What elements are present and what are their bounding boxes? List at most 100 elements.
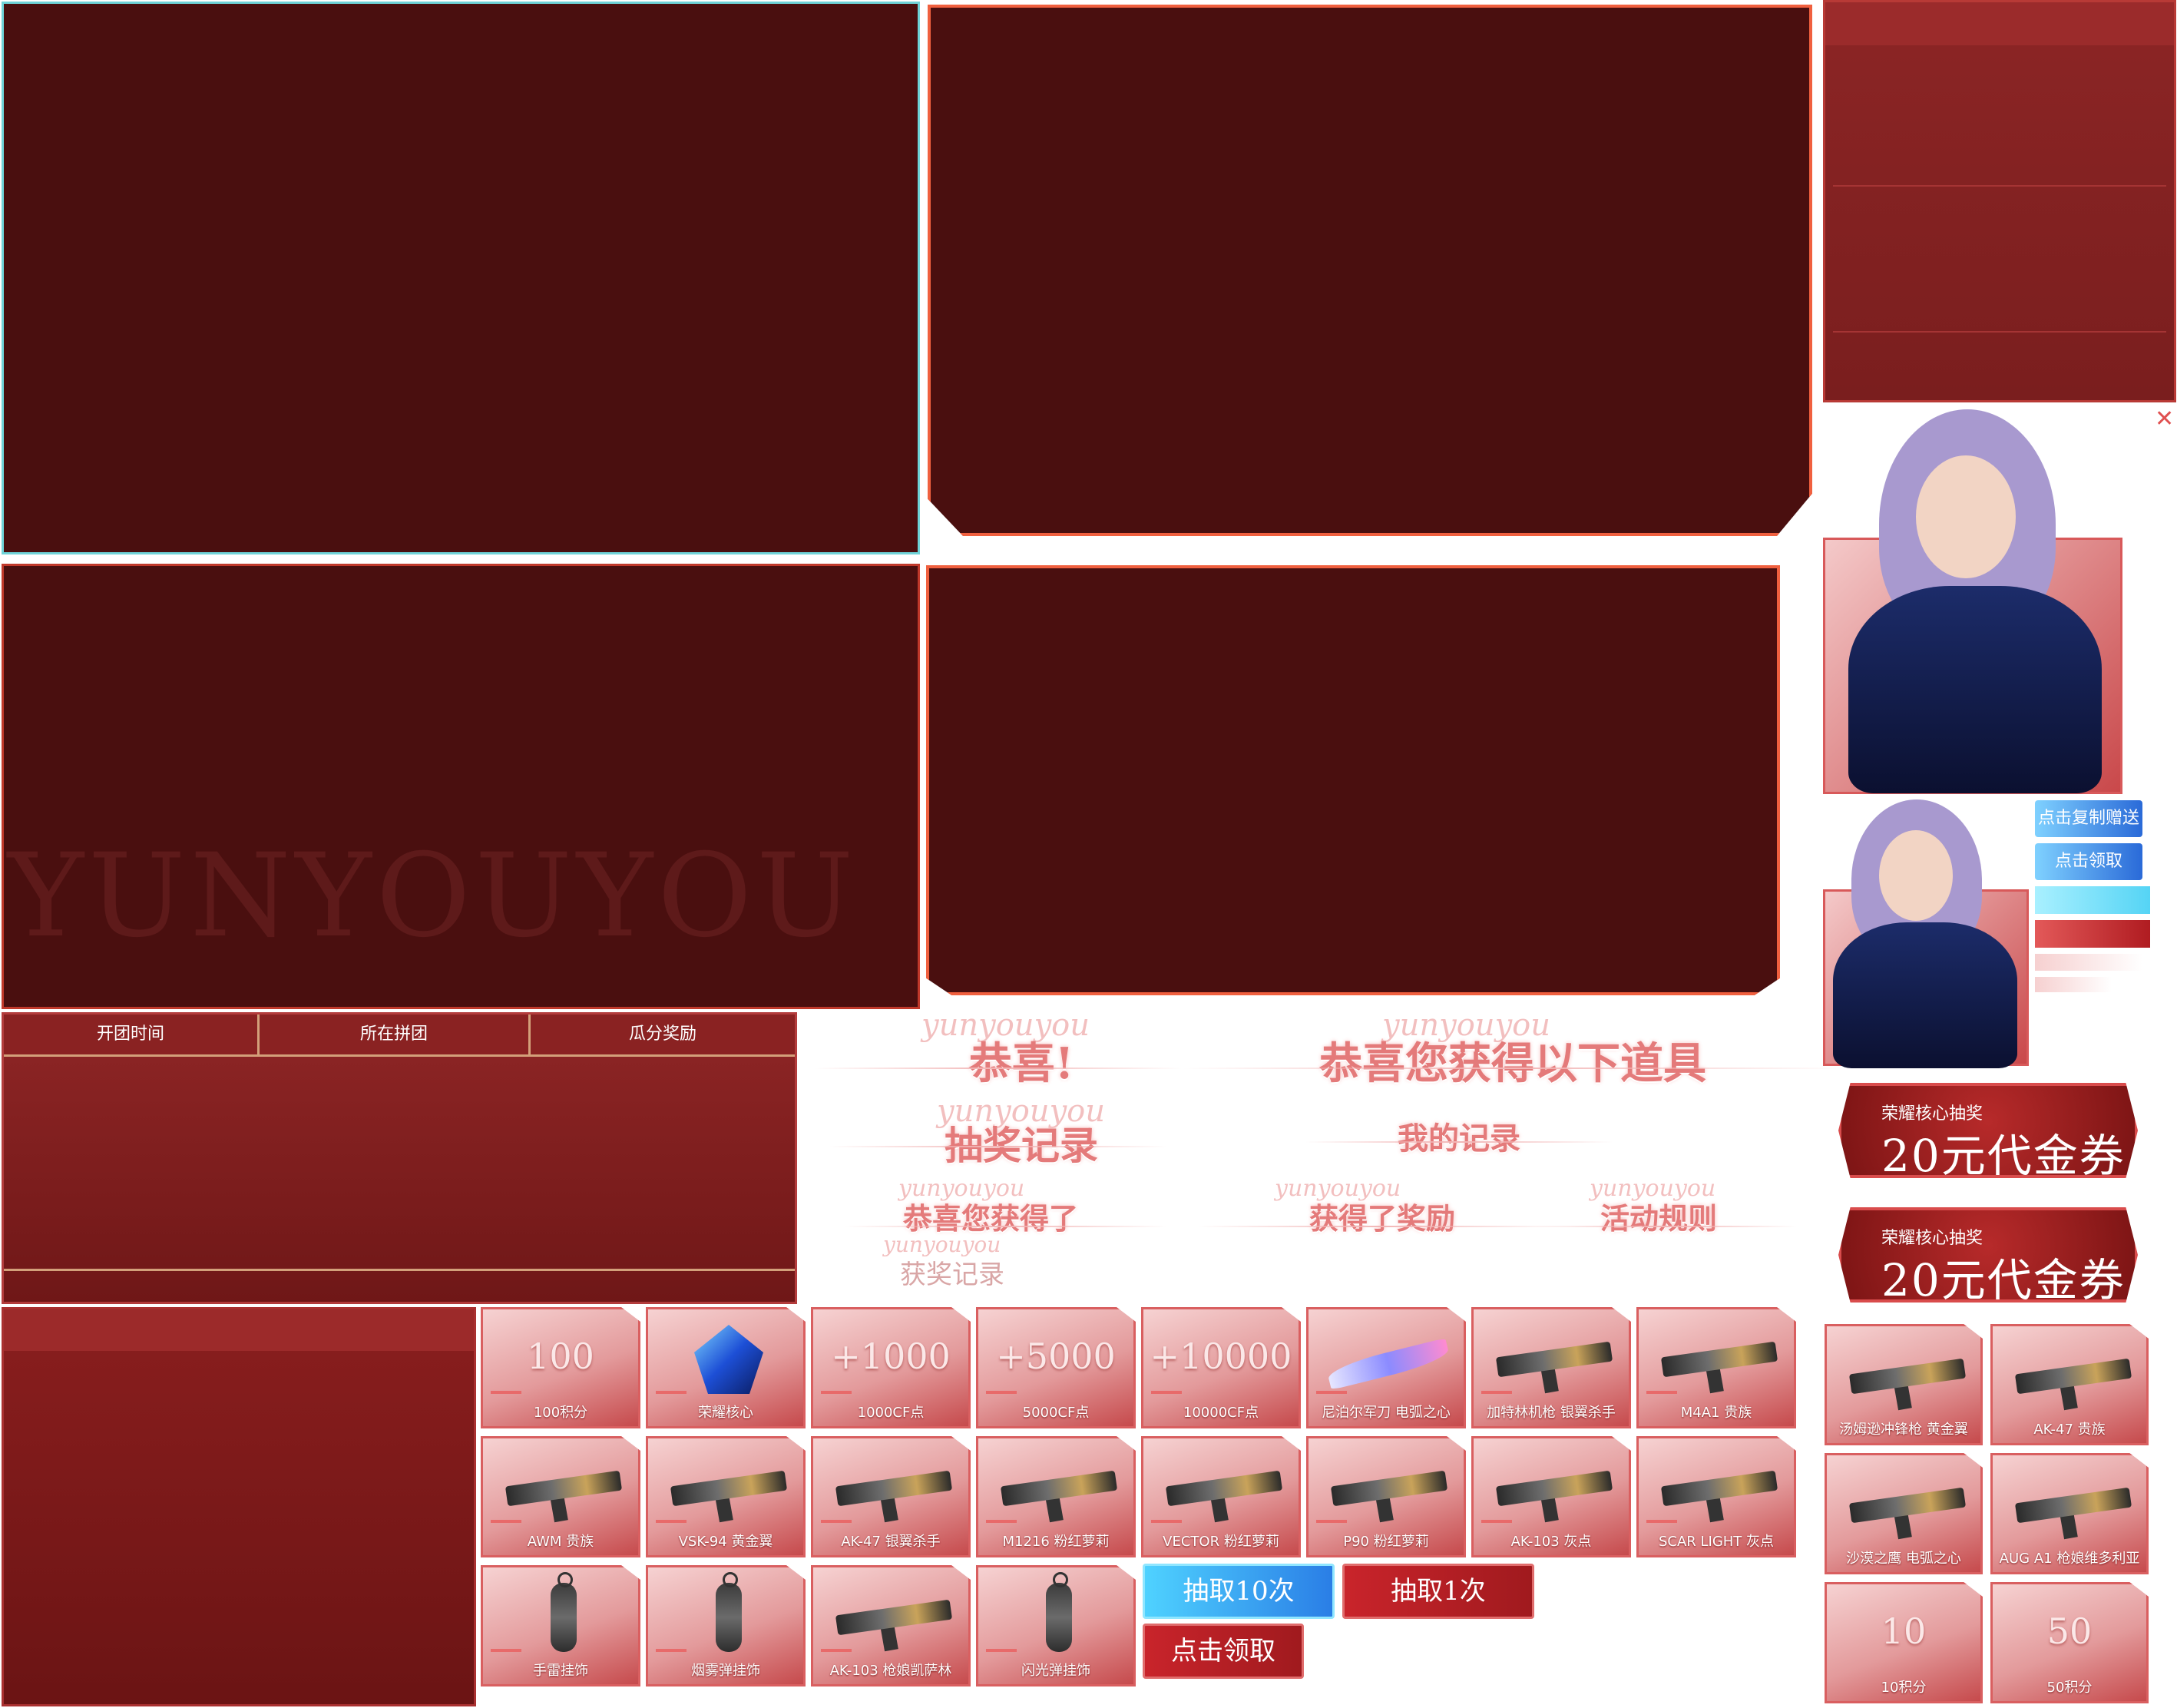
item-tile[interactable]: AK-103 枪娘凯萨林 — [811, 1565, 971, 1686]
tile-accent — [821, 1391, 852, 1394]
flash-pendant-icon — [1046, 1572, 1072, 1652]
reward-tile[interactable]: AK-47 贵族 — [1990, 1324, 2149, 1445]
tile-accent — [821, 1649, 852, 1652]
item-tile[interactable]: +5000 5000CF点 — [976, 1307, 1136, 1428]
congrats-items-title: 恭喜您获得以下道具 — [1319, 1038, 1706, 1089]
table-header-time: 开团时间 — [4, 1015, 260, 1054]
item-amount: 50 — [2046, 1610, 2093, 1652]
item-amount: +10000 — [1150, 1336, 1292, 1377]
item-tile[interactable]: AWM 贵族 — [481, 1436, 640, 1557]
item-tile[interactable]: 100 100积分 — [481, 1307, 640, 1428]
item-tile[interactable]: 手雷挂饰 — [481, 1565, 640, 1686]
smoke-pendant-icon — [716, 1572, 742, 1652]
reward-tile[interactable]: 50 50积分 — [1990, 1582, 2149, 1703]
coupon-card-1[interactable]: 荣耀核心抽奖 20元代金券 — [1838, 1083, 2138, 1178]
reward-tile[interactable]: 汤姆逊冲锋枪 黄金翼 — [1825, 1324, 1983, 1445]
reward-tile[interactable]: 沙漠之鹰 电弧之心 — [1825, 1453, 1983, 1574]
dark-panel-top-left — [2, 2, 920, 554]
item-label: 100积分 — [533, 1405, 588, 1421]
tile-accent — [1151, 1391, 1182, 1394]
my-record-title: 我的记录 — [1398, 1120, 1520, 1157]
reward-title-1: 恭喜您获得了 — [902, 1201, 1078, 1236]
item-label: 闪光弹挂饰 — [1021, 1663, 1090, 1679]
item-tile[interactable]: AK-47 银翼杀手 — [811, 1436, 971, 1557]
tile-accent — [986, 1520, 1017, 1523]
item-label: AK-47 银翼杀手 — [841, 1534, 941, 1550]
tile-accent — [656, 1649, 687, 1652]
item-tile[interactable]: +10000 10000CF点 — [1141, 1307, 1301, 1428]
item-label: AK-47 贵族 — [2033, 1422, 2106, 1438]
tile-accent — [1481, 1391, 1512, 1394]
item-label: AUG A1 枪娘维多利亚 — [1999, 1551, 2140, 1567]
tile-accent — [491, 1649, 521, 1652]
item-tile[interactable]: M1216 粉红萝莉 — [976, 1436, 1136, 1557]
blue-bar — [2035, 886, 2150, 914]
draw-10-button[interactable]: 抽取10次 — [1143, 1564, 1335, 1619]
item-label: 加特林机枪 银翼杀手 — [1487, 1405, 1616, 1421]
award-record-title: 获奖记录 — [900, 1259, 1004, 1290]
tile-accent — [1646, 1520, 1677, 1523]
item-tile[interactable]: +1000 1000CF点 — [811, 1307, 971, 1428]
item-label: 荣耀核心 — [698, 1405, 753, 1421]
coupon-card-2[interactable]: 荣耀核心抽奖 20元代金券 — [1838, 1207, 2138, 1303]
item-amount: 10 — [1881, 1610, 1927, 1652]
coupon-value: 20元代金券 — [1881, 1254, 2126, 1306]
reward-title-3: 活动规则 — [1600, 1201, 1717, 1236]
red-bar — [2035, 920, 2150, 948]
tile-accent — [1151, 1520, 1182, 1523]
item-tile[interactable]: P90 粉红萝莉 — [1306, 1436, 1466, 1557]
bottom-left-panel — [2, 1307, 476, 1706]
coupon-value: 20元代金券 — [1881, 1130, 2126, 1182]
item-label: VSK-94 黄金翼 — [678, 1534, 773, 1550]
reward-tile[interactable]: 10 10积分 — [1825, 1582, 1983, 1703]
item-label: M1216 粉红萝莉 — [1002, 1534, 1110, 1550]
character-card-large — [1823, 409, 2122, 794]
item-tile[interactable]: 荣耀核心 — [646, 1307, 806, 1428]
tile-accent — [986, 1649, 1017, 1652]
item-label: 50积分 — [2046, 1680, 2093, 1696]
claim-small-button[interactable]: 点击领取 — [2035, 843, 2142, 880]
item-label: 5000CF点 — [1022, 1405, 1090, 1421]
item-tile[interactable]: SCAR LIGHT 灰点 — [1636, 1436, 1796, 1557]
pink-bar-2 — [2035, 977, 2112, 992]
tile-accent — [1316, 1391, 1347, 1394]
item-label: 尼泊尔军刀 电弧之心 — [1322, 1405, 1451, 1421]
watermark-text: YUNYOUYOU — [8, 829, 859, 963]
item-tile[interactable]: VECTOR 粉红萝莉 — [1141, 1436, 1301, 1557]
item-tile[interactable]: 尼泊尔军刀 电弧之心 — [1306, 1307, 1466, 1428]
table-header-reward: 瓜分奖励 — [531, 1015, 795, 1054]
tile-accent — [491, 1391, 521, 1394]
item-tile[interactable]: M4A1 贵族 — [1636, 1307, 1796, 1428]
draw-record-title: 抽奖记录 — [945, 1123, 1098, 1168]
tile-accent — [1316, 1520, 1347, 1523]
item-label: VECTOR 粉红萝莉 — [1163, 1534, 1279, 1550]
table-header-group: 所在拼团 — [260, 1015, 531, 1054]
copy-gift-button[interactable]: 点击复制赠送 — [2035, 800, 2142, 837]
item-label: 10积分 — [1881, 1680, 1927, 1696]
tile-accent — [1481, 1520, 1512, 1523]
item-tile[interactable]: 加特林机枪 银翼杀手 — [1471, 1307, 1631, 1428]
item-label: 烟雾弹挂饰 — [691, 1663, 760, 1679]
item-label: AK-103 枪娘凯萨林 — [829, 1663, 952, 1679]
item-label: SCAR LIGHT 灰点 — [1658, 1534, 1775, 1550]
item-tile[interactable]: AK-103 灰点 — [1471, 1436, 1631, 1557]
tile-accent — [986, 1391, 1017, 1394]
grenade-pendant-icon — [551, 1572, 577, 1652]
character-card-small — [1823, 799, 2029, 1068]
reward-tile[interactable]: AUG A1 枪娘维多利亚 — [1990, 1453, 2149, 1574]
item-amount: +5000 — [996, 1336, 1116, 1377]
item-label: 沙漠之鹰 电弧之心 — [1846, 1551, 1961, 1567]
item-label: P90 粉红萝莉 — [1343, 1534, 1429, 1550]
dark-panel-mid-center — [926, 565, 1780, 995]
item-tile[interactable]: 闪光弹挂饰 — [976, 1565, 1136, 1686]
item-label: AK-103 灰点 — [1510, 1534, 1592, 1550]
item-amount: +1000 — [831, 1336, 951, 1377]
item-tile[interactable]: VSK-94 黄金翼 — [646, 1436, 806, 1557]
item-tile[interactable]: 烟雾弹挂饰 — [646, 1565, 806, 1686]
tile-accent — [1646, 1391, 1677, 1394]
tile-accent — [821, 1520, 852, 1523]
close-icon[interactable]: ✕ — [2155, 405, 2174, 432]
draw-1-button[interactable]: 抽取1次 — [1342, 1564, 1534, 1619]
item-label: 10000CF点 — [1183, 1405, 1259, 1421]
claim-button[interactable]: 点击领取 — [1143, 1624, 1304, 1679]
